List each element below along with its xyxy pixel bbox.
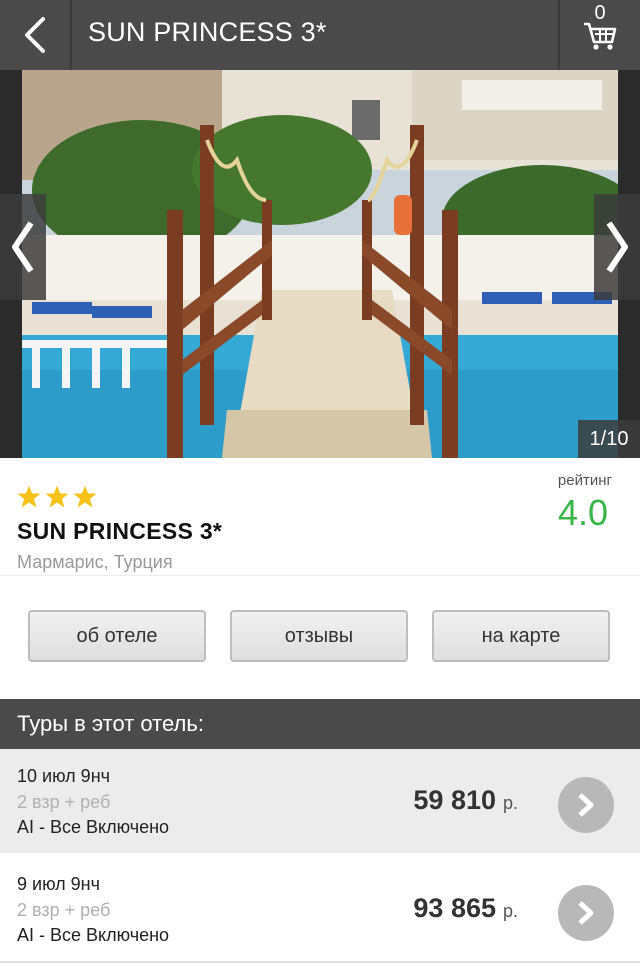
map-button[interactable]: на карте <box>432 610 610 662</box>
reviews-button[interactable]: отзывы <box>230 610 408 662</box>
star-icon <box>17 485 41 508</box>
tour-row[interactable]: 10 июл 9нч 2 взр + реб AI - Все Включено… <box>0 749 640 855</box>
hotel-name: SUN PRINCESS 3* <box>17 518 223 544</box>
tour-people: 2 взр + реб <box>17 792 111 812</box>
chevron-right-icon <box>578 901 594 925</box>
rating-value: 4.0 <box>557 492 608 533</box>
tour-open-button[interactable] <box>558 885 614 941</box>
tours-section-title: Туры в этот отель: <box>0 699 640 749</box>
tour-currency: р. <box>502 901 518 921</box>
chevron-right-icon <box>578 793 594 817</box>
hotel-location: Мармарис, Турция <box>17 552 173 572</box>
chevron-left-icon <box>25 17 45 53</box>
tour-price: 93 865 <box>413 893 496 923</box>
about-hotel-button[interactable]: об отеле <box>28 610 206 662</box>
tour-price: 59 810 <box>413 785 496 815</box>
tour-currency: р. <box>502 793 518 813</box>
prev-photo-button[interactable] <box>0 194 46 300</box>
tour-open-button[interactable] <box>558 777 614 833</box>
rating-label: рейтинг <box>557 472 612 489</box>
next-photo-button[interactable] <box>594 194 640 300</box>
cart-button[interactable]: 0 <box>558 0 640 70</box>
star-icon <box>73 485 97 508</box>
chevron-left-icon <box>12 221 34 273</box>
hotel-photo[interactable] <box>22 70 618 458</box>
tour-row[interactable]: 9 июл 9нч 2 взр + реб AI - Все Включено … <box>0 857 640 963</box>
tour-meal: AI - Все Включено <box>17 817 170 837</box>
hotel-tabs: об отеле отзывы на карте <box>0 576 640 698</box>
top-bar: SUN PRINCESS 3* 0 <box>0 0 640 70</box>
star-rating <box>16 484 98 509</box>
hotel-info: SUN PRINCESS 3* Мармарис, Турция рейтинг… <box>0 458 640 576</box>
chevron-right-icon <box>606 221 628 273</box>
photo-gallery[interactable]: 1/10 <box>0 70 640 458</box>
page-title: SUN PRINCESS 3* <box>88 17 327 47</box>
cart-icon <box>584 22 617 50</box>
tour-meal: AI - Все Включено <box>17 925 170 945</box>
star-icon <box>45 485 69 508</box>
tour-people: 2 взр + реб <box>17 900 111 920</box>
tour-date: 9 июл 9нч <box>17 874 101 894</box>
photo-counter: 1/10 <box>578 420 640 458</box>
tour-date: 10 июл 9нч <box>17 766 111 786</box>
back-button[interactable] <box>0 0 72 70</box>
